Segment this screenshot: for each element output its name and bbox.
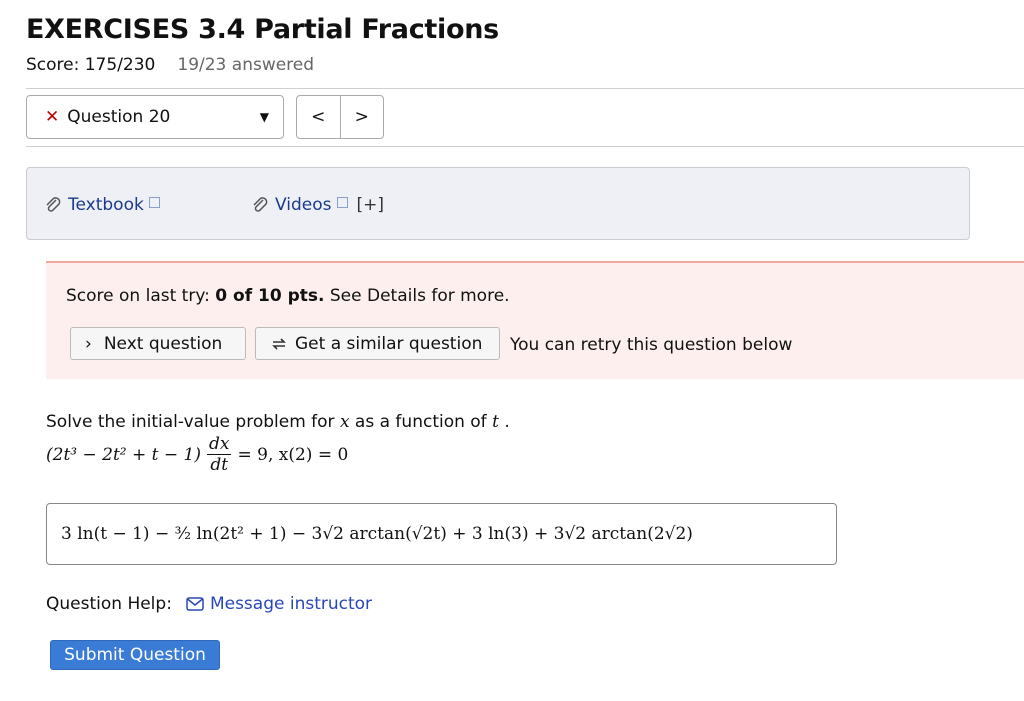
refresh-icon xyxy=(272,337,286,350)
differential-equation: (2t³ − 2t² + t − 1) dx dt = 9, x(2) = 0 xyxy=(46,434,348,475)
problem-text: Solve the initial-value problem for xyxy=(46,412,340,432)
answer-value: 3 ln(t − 1) − ³⁄₂ ln(2t² + 1) − 3√2 arct… xyxy=(61,524,693,544)
question-nav: < > xyxy=(296,95,384,139)
fraction-numerator: dx xyxy=(207,434,232,455)
next-question-label: Next question xyxy=(103,333,223,354)
envelope-icon xyxy=(186,597,204,611)
problem-text: as a function of xyxy=(349,412,493,432)
resources-panel: Textbook Videos [+] xyxy=(26,167,970,240)
textbook-label: Textbook xyxy=(68,195,144,215)
incorrect-icon: ✕ xyxy=(45,107,60,127)
paperclip-icon xyxy=(46,197,61,212)
similar-question-label: Get a similar question xyxy=(295,333,483,354)
answered-count: 19/23 answered xyxy=(177,55,315,75)
score-text: Score: 175/230 xyxy=(26,55,156,75)
score-summary: Score: 175/230 19/23 answered xyxy=(26,55,314,75)
derivative-fraction: dx dt xyxy=(207,434,232,475)
alert-score: 0 of 10 pts. xyxy=(215,286,325,306)
videos-label: Videos xyxy=(275,195,332,215)
variable-t: t xyxy=(492,412,499,432)
chevron-right-icon: › xyxy=(85,333,92,354)
external-link-icon xyxy=(148,196,160,208)
equation-left: (2t³ − 2t² + t − 1) xyxy=(46,444,201,465)
textbook-link[interactable]: Textbook xyxy=(43,195,160,215)
next-question-arrow-button[interactable]: > xyxy=(339,96,384,138)
next-question-button[interactable]: › Next question xyxy=(70,327,246,360)
page-title: EXERCISES 3.4 Partial Fractions xyxy=(26,14,499,45)
submit-question-button[interactable]: Submit Question xyxy=(50,640,220,670)
videos-link[interactable]: Videos [+] xyxy=(250,195,384,215)
message-instructor-label: Message instructor xyxy=(209,594,373,614)
paperclip-icon xyxy=(253,197,268,212)
question-help: Question Help: Message instructor xyxy=(46,594,372,614)
previous-question-button[interactable]: < xyxy=(297,96,340,138)
question-select-label: Question 20 xyxy=(67,107,171,127)
divider xyxy=(26,88,1024,89)
fraction-denominator: dt xyxy=(210,455,229,475)
alert-text: Score on last try: 0 of 10 pts. See Deta… xyxy=(66,286,510,306)
answer-input[interactable]: 3 ln(t − 1) − ³⁄₂ ln(2t² + 1) − 3√2 arct… xyxy=(46,503,837,565)
problem-statement: Solve the initial-value problem for x as… xyxy=(46,412,510,432)
help-label: Question Help: xyxy=(46,594,172,614)
expand-toggle[interactable]: [+] xyxy=(357,195,385,215)
message-instructor-link[interactable]: Message instructor xyxy=(186,594,372,614)
alert-suffix: See Details for more. xyxy=(324,286,510,306)
problem-text: . xyxy=(498,412,510,432)
retry-text: You can retry this question below xyxy=(510,335,793,355)
equation-right: = 9, x(2) = 0 xyxy=(237,444,349,465)
last-try-alert: Score on last try: 0 of 10 pts. See Deta… xyxy=(46,261,1024,379)
caret-down-icon: ▼ xyxy=(259,110,269,124)
variable-x: x xyxy=(339,412,350,432)
divider xyxy=(26,146,1024,147)
alert-prefix: Score on last try: xyxy=(66,286,216,306)
question-select[interactable]: ✕ Question 20 ▼ xyxy=(26,95,284,139)
external-link-icon xyxy=(336,196,348,208)
similar-question-button[interactable]: Get a similar question xyxy=(255,327,500,360)
